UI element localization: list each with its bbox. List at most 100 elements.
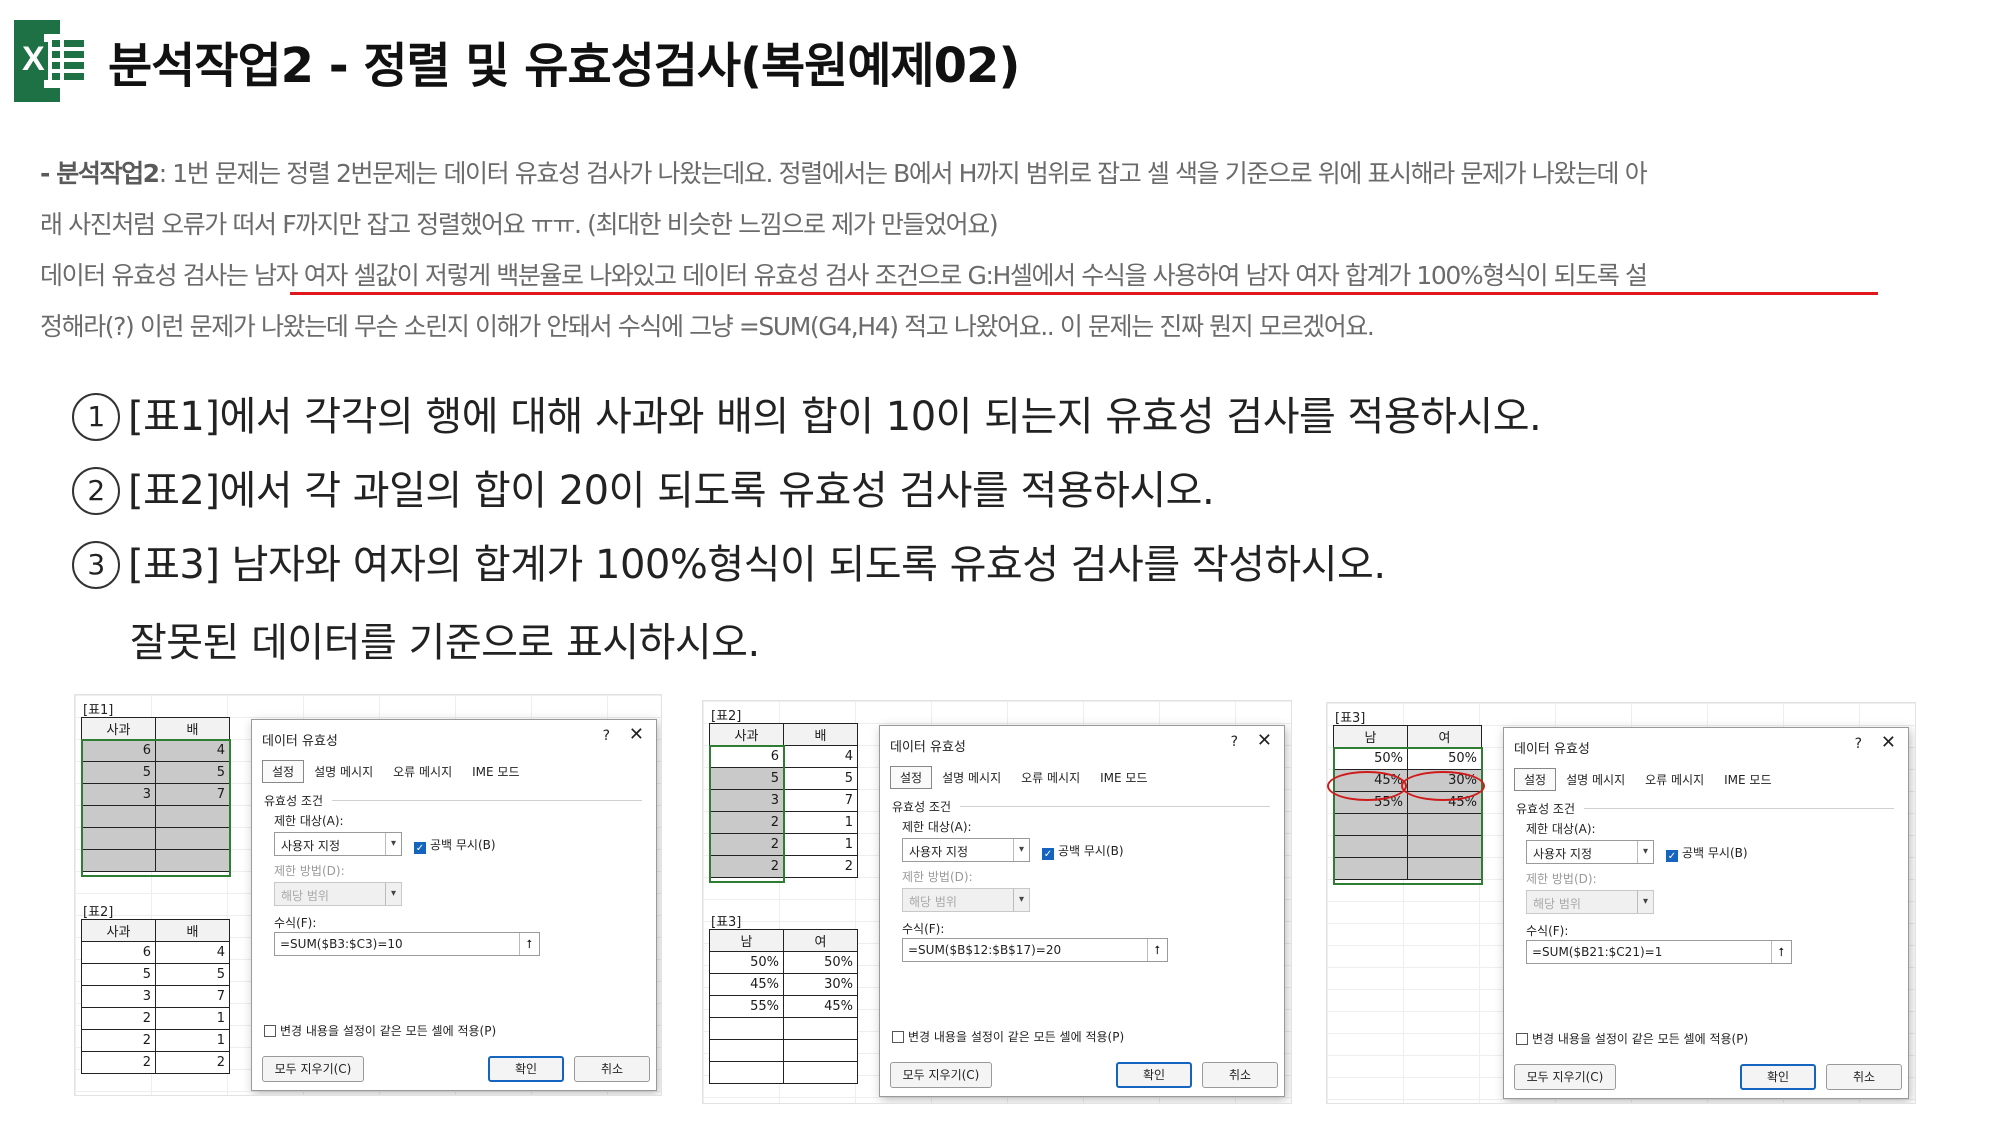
table2-label: [표2] <box>83 905 114 920</box>
table-cell[interactable]: 2 <box>155 1051 230 1074</box>
tab-ime-mode[interactable]: IME 모드 <box>1714 768 1781 791</box>
tab-settings[interactable]: 설정 <box>1514 768 1557 791</box>
tab-input-message[interactable]: 설명 메시지 <box>932 766 1011 789</box>
help-button[interactable]: ? <box>603 728 610 744</box>
table-cell[interactable]: 1 <box>155 1029 230 1052</box>
table3-header-female[interactable]: 여 <box>1407 725 1482 748</box>
screenshot-panel-3: [표3] 남여 50% 50% 45% 30% 55% 45% 데이터 유효성 ? ✕… <box>1326 702 1916 1104</box>
ignore-blank-checkbox[interactable]: ✓ 공백 무시(B) <box>414 836 496 854</box>
tab-error-alert[interactable]: 오류 메시지 <box>383 760 462 783</box>
cancel-button[interactable]: 취소 <box>574 1056 650 1082</box>
table-row: 37 <box>81 985 230 1008</box>
ok-button[interactable]: 확인 <box>1740 1064 1816 1090</box>
table2-header-apple[interactable]: 사과 <box>81 919 156 942</box>
allow-select[interactable]: 사용자 지정 ▾ <box>274 832 402 856</box>
table-row: 45% 30% <box>709 973 858 996</box>
cancel-button[interactable]: 취소 <box>1202 1062 1278 1088</box>
cancel-button[interactable]: 취소 <box>1826 1064 1902 1090</box>
table-cell[interactable]: 2 <box>81 1051 156 1074</box>
table-cell[interactable]: 2 <box>81 1007 156 1030</box>
chevron-down-icon: ▾ <box>1013 889 1029 911</box>
table2-header-apple[interactable]: 사과 <box>709 723 784 746</box>
table2-header-pear[interactable]: 배 <box>155 919 230 942</box>
table2-header-pear[interactable]: 배 <box>783 723 858 746</box>
close-icon[interactable]: ✕ <box>1257 732 1272 750</box>
formula-input[interactable]: =SUM($B21:$C21)=1 ⭡ <box>1526 940 1792 964</box>
ok-button[interactable]: 확인 <box>488 1056 564 1082</box>
allow-select[interactable]: 사용자 지정 ▾ <box>1526 840 1654 864</box>
table-cell[interactable]: 45% <box>709 973 784 996</box>
table1-header-pear[interactable]: 배 <box>155 717 230 740</box>
close-icon[interactable]: ✕ <box>1881 734 1896 752</box>
checkbox-checked-icon: ✓ <box>1666 850 1678 862</box>
tab-error-alert[interactable]: 오류 메시지 <box>1635 768 1714 791</box>
table-cell[interactable] <box>783 1039 858 1062</box>
tab-ime-mode[interactable]: IME 모드 <box>462 760 529 783</box>
table3-header-female[interactable]: 여 <box>783 929 858 952</box>
table-cell[interactable]: 2 <box>783 855 858 878</box>
table-cell[interactable] <box>709 1061 784 1084</box>
formula-input[interactable]: =SUM($B$12:$B$17)=20 ⭡ <box>902 938 1168 962</box>
ignore-blank-checkbox[interactable]: ✓ 공백 무시(B) <box>1666 844 1748 862</box>
allow-select[interactable]: 사용자 지정 ▾ <box>902 838 1030 862</box>
table-cell[interactable]: 5 <box>81 963 156 986</box>
table-cell[interactable]: 4 <box>783 745 858 768</box>
data-select[interactable]: 해당 범위 ▾ <box>1526 890 1654 914</box>
apply-all-checkbox[interactable]: 변경 내용을 설정이 같은 모든 셀에 적용(P) <box>1516 1030 1748 1047</box>
clear-all-button[interactable]: 모두 지우기(C) <box>1514 1064 1616 1090</box>
tab-settings[interactable]: 설정 <box>262 760 305 783</box>
table-cell[interactable]: 6 <box>81 941 156 964</box>
close-icon[interactable]: ✕ <box>629 726 644 744</box>
apply-all-checkbox[interactable]: 변경 내용을 설정이 같은 모든 셀에 적용(P) <box>264 1022 496 1039</box>
collapse-range-icon[interactable]: ⭡ <box>519 933 539 955</box>
help-button[interactable]: ? <box>1855 736 1862 752</box>
table-cell[interactable]: 7 <box>155 985 230 1008</box>
ignore-blank-checkbox[interactable]: ✓ 공백 무시(B) <box>1042 842 1124 860</box>
table-cell[interactable] <box>709 1017 784 1040</box>
collapse-range-icon[interactable]: ⭡ <box>1771 941 1791 963</box>
data-select[interactable]: 해당 범위 ▾ <box>274 882 402 906</box>
table-row: 64 <box>81 941 230 964</box>
help-button[interactable]: ? <box>1231 734 1238 750</box>
selection-range <box>709 745 785 883</box>
tab-error-alert[interactable]: 오류 메시지 <box>1011 766 1090 789</box>
table3-header-male[interactable]: 남 <box>1333 725 1408 748</box>
table-cell[interactable]: 30% <box>783 973 858 996</box>
table-row: 55 <box>81 963 230 986</box>
table-cell[interactable]: 50% <box>783 951 858 974</box>
table-cell[interactable]: 1 <box>155 1007 230 1030</box>
tab-ime-mode[interactable]: IME 모드 <box>1090 766 1157 789</box>
table-cell[interactable]: 1 <box>783 833 858 856</box>
table1-header-apple[interactable]: 사과 <box>81 717 156 740</box>
tab-input-message[interactable]: 설명 메시지 <box>1556 768 1635 791</box>
table-cell[interactable]: 4 <box>155 941 230 964</box>
tab-input-message[interactable]: 설명 메시지 <box>304 760 383 783</box>
table-cell[interactable]: 45% <box>783 995 858 1018</box>
table-cell[interactable]: 5 <box>783 767 858 790</box>
table-cell[interactable] <box>783 1061 858 1084</box>
ok-button[interactable]: 확인 <box>1116 1062 1192 1088</box>
table3-header-male[interactable]: 남 <box>709 929 784 952</box>
tab-settings[interactable]: 설정 <box>890 766 933 789</box>
table-cell[interactable] <box>783 1017 858 1040</box>
table-cell[interactable]: 1 <box>783 811 858 834</box>
ignore-blank-label: 공백 무시(B) <box>430 838 496 852</box>
table-cell[interactable]: 55% <box>709 995 784 1018</box>
apply-all-label: 변경 내용을 설정이 같은 모든 셀에 적용(P) <box>280 1024 497 1038</box>
table-cell[interactable]: 2 <box>81 1029 156 1052</box>
table-cell[interactable]: 5 <box>155 963 230 986</box>
clear-all-button[interactable]: 모두 지우기(C) <box>890 1062 992 1088</box>
data-select[interactable]: 해당 범위 ▾ <box>902 888 1030 912</box>
checkbox-unchecked-icon <box>1516 1033 1528 1045</box>
table-cell[interactable] <box>709 1039 784 1062</box>
apply-all-checkbox[interactable]: 변경 내용을 설정이 같은 모든 셀에 적용(P) <box>892 1028 1124 1045</box>
clear-all-button[interactable]: 모두 지우기(C) <box>262 1056 364 1082</box>
excerpt-line-2: 래 사진처럼 오류가 떠서 F까지만 잡고 정렬했어요 ㅠㅠ. (최대한 비슷한… <box>40 210 999 239</box>
collapse-range-icon[interactable]: ⭡ <box>1147 939 1167 961</box>
table-cell[interactable]: 3 <box>81 985 156 1008</box>
formula-input[interactable]: =SUM($B3:$C3)=10 ⭡ <box>274 932 540 956</box>
table-cell[interactable]: 50% <box>709 951 784 974</box>
data-label: 제한 방법(D): <box>274 864 345 878</box>
question-2: 2 [표2]에서 각 과일의 합이 20이 되도록 유효성 검사를 적용하시오. <box>72 458 1215 516</box>
table-cell[interactable]: 7 <box>783 789 858 812</box>
